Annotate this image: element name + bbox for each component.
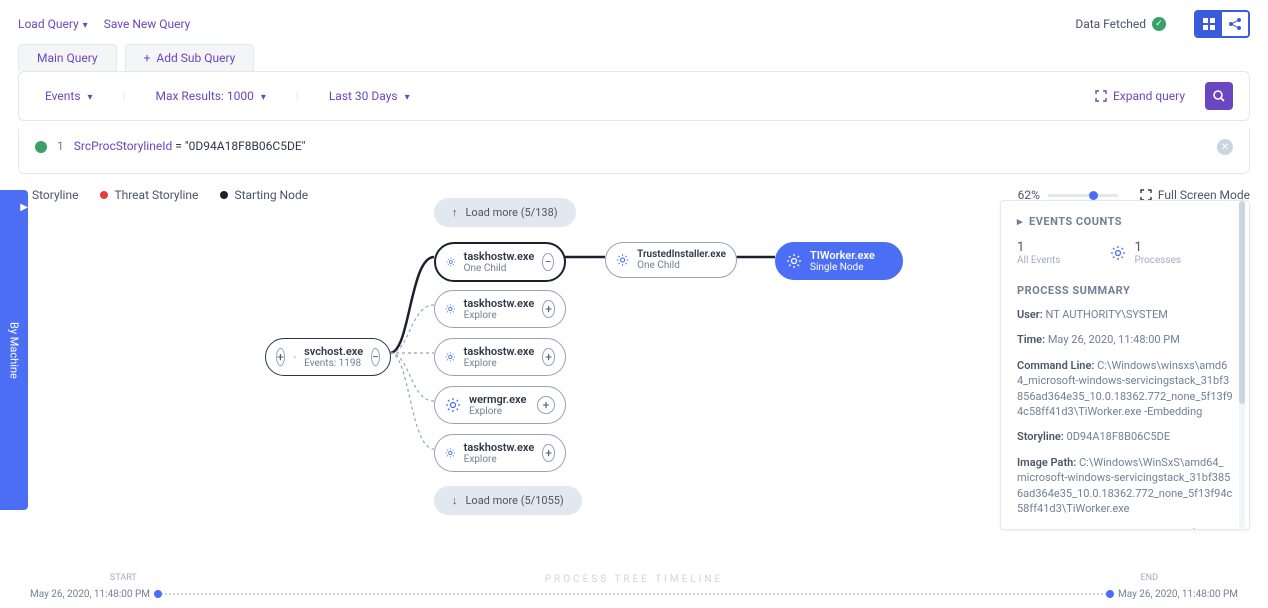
timeline-end-ts: May 26, 2020, 11:48:00 PM bbox=[1118, 589, 1238, 600]
query-text: SrcProcStorylineId = "0D94A18F8B06C5DE" bbox=[74, 139, 306, 153]
chevron-down-icon: ▾ bbox=[405, 92, 410, 103]
node-taskhostw-2[interactable]: taskhostw.exeExplore + bbox=[434, 290, 566, 328]
expand-button[interactable]: + bbox=[542, 348, 555, 366]
detail-time: Time: May 26, 2020, 11:48:00 PM bbox=[1017, 332, 1233, 347]
node-wermgr[interactable]: wermgr.exeExplore + bbox=[434, 386, 566, 424]
expand-button[interactable]: + bbox=[537, 396, 555, 414]
search-button[interactable] bbox=[1205, 82, 1233, 110]
timeline[interactable]: PROCESS TREE TIMELINE START END May 26, … bbox=[30, 574, 1238, 600]
gear-icon bbox=[445, 397, 461, 413]
grid-view-button[interactable] bbox=[1196, 12, 1222, 36]
detail-image-path: Image Path: C:\Windows\WinSxS\amd64_micr… bbox=[1017, 455, 1233, 517]
gear-icon bbox=[786, 253, 802, 269]
chevron-down-icon: ▾ bbox=[261, 92, 266, 103]
expand-icon bbox=[1095, 90, 1107, 102]
clear-query-button[interactable]: ✕ bbox=[1217, 139, 1233, 155]
detail-sha1: SHA1: 06b255dbebdaaa231c0ec19fa7892c9bd8… bbox=[1017, 526, 1233, 530]
tab-main-query[interactable]: Main Query bbox=[18, 44, 117, 71]
gear-icon bbox=[446, 254, 456, 270]
collapse-button[interactable]: − bbox=[542, 253, 554, 271]
expand-button[interactable]: + bbox=[542, 300, 555, 318]
plus-icon: + bbox=[144, 51, 151, 65]
detail-user: User: NT AUTHORITY\SYSTEM bbox=[1017, 307, 1233, 322]
detail-cmd: Command Line: C:\Windows\winsxs\amd64_mi… bbox=[1017, 358, 1233, 420]
status-dot bbox=[35, 141, 47, 153]
node-taskhostw-3[interactable]: taskhostw.exeExplore + bbox=[434, 338, 566, 376]
data-fetched-status: Data Fetched ✓ bbox=[1075, 17, 1166, 31]
process-summary-header: PROCESS SUMMARY bbox=[1017, 284, 1233, 297]
node-taskhostw-1[interactable]: taskhostw.exeOne Child − bbox=[434, 242, 566, 282]
scrollbar[interactable] bbox=[1239, 201, 1245, 529]
max-results-dropdown[interactable]: Max Results: 1000 ▾ bbox=[145, 85, 275, 107]
line-number: 1 bbox=[57, 139, 64, 153]
detail-storyline: Storyline: 0D94A18F8B06C5DE bbox=[1017, 429, 1233, 444]
gear-icon bbox=[445, 301, 456, 317]
expand-button[interactable]: + bbox=[542, 444, 555, 462]
tab-add-sub-query[interactable]: +Add Sub Query bbox=[125, 44, 255, 71]
load-more-top[interactable]: ↑ Load more (5/138) bbox=[434, 198, 576, 227]
chevron-down-icon: ▾ bbox=[83, 20, 88, 31]
graph-view-button[interactable] bbox=[1222, 12, 1248, 36]
timeframe-dropdown[interactable]: Last 30 Days ▾ bbox=[319, 85, 420, 107]
expand-query-button[interactable]: Expand query bbox=[1095, 89, 1185, 103]
triangle-right-icon: ▸ bbox=[1017, 215, 1023, 228]
node-taskhostw-5[interactable]: taskhostw.exeExplore + bbox=[434, 434, 566, 472]
processes-count: 1Processes bbox=[1110, 240, 1181, 266]
expand-button[interactable]: + bbox=[276, 348, 285, 366]
gear-icon bbox=[616, 252, 629, 268]
gear-icon bbox=[293, 349, 296, 365]
load-more-bottom[interactable]: ↓ Load more (5/1055) bbox=[434, 486, 582, 515]
save-query-link[interactable]: Save New Query bbox=[104, 17, 191, 31]
collapse-button[interactable]: − bbox=[371, 348, 380, 366]
node-svchost[interactable]: + svchost.exeEvents: 1198 − bbox=[265, 338, 391, 376]
chevron-down-icon: ▾ bbox=[88, 92, 93, 103]
node-tiworker[interactable]: TIWorker.exeSingle Node bbox=[775, 242, 903, 280]
details-panel: ▸ EVENTS COUNTS 1All Events 1Processes P… bbox=[1000, 200, 1250, 530]
search-icon bbox=[1212, 89, 1226, 103]
events-dropdown[interactable]: Events ▾ bbox=[35, 85, 103, 107]
view-toggle[interactable] bbox=[1194, 10, 1250, 38]
timeline-start-ts: May 26, 2020, 11:48:00 PM bbox=[30, 589, 150, 600]
node-trustedinstaller[interactable]: TrustedInstaller.exeOne Child bbox=[605, 242, 737, 278]
all-events-count: 1All Events bbox=[1017, 240, 1060, 266]
load-query-link[interactable]: Load Query▾ bbox=[18, 17, 88, 31]
events-counts-header[interactable]: ▸ EVENTS COUNTS bbox=[1017, 215, 1233, 228]
gear-icon bbox=[445, 445, 456, 461]
check-icon: ✓ bbox=[1152, 17, 1166, 31]
gear-icon bbox=[445, 349, 456, 365]
gear-icon bbox=[1110, 245, 1126, 261]
